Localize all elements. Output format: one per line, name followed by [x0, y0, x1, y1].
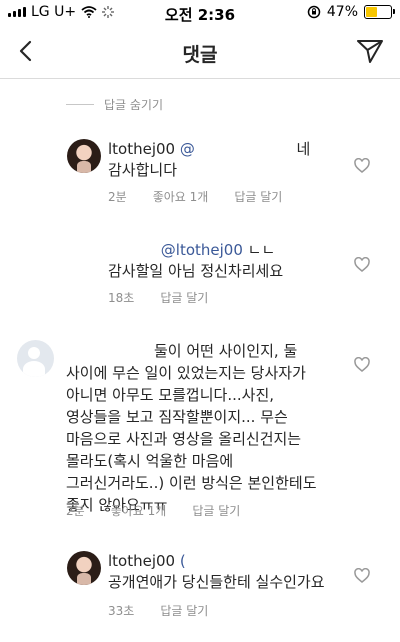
comment-time: 2분 — [66, 504, 85, 518]
heart-icon[interactable] — [354, 568, 370, 584]
reply-button[interactable]: 답글 달기 — [234, 188, 282, 205]
comment-meta: 18초 답글 달기 — [108, 289, 208, 306]
comment-meta: 33초 답글 달기 — [108, 602, 208, 619]
reply-button[interactable]: 답글 달기 — [160, 602, 208, 619]
comment-line: 감사할일 아님 정신차리세요 — [108, 262, 284, 280]
mention-link[interactable]: @ltothej00 — [161, 241, 243, 259]
comment-meta: 2분 좋아요 1개 답글 달기 — [108, 188, 282, 205]
reply-button[interactable]: 답글 달기 — [192, 502, 240, 519]
comment-line: 둘이 어떤 사이인지, 둘 — [154, 342, 298, 360]
heart-icon[interactable] — [354, 158, 370, 174]
comment-line: 감사합니다 — [108, 161, 178, 179]
avatar[interactable] — [17, 340, 54, 377]
comment-line: 영상들을 보고 짐작할뿐이지... 무슨 — [66, 408, 288, 426]
comment-text: ltothej00 @ 네 감사합니다 — [108, 139, 310, 181]
hide-replies-label: 답글 숨기기 — [104, 98, 164, 112]
comment-line: 그러신거라도..) 이런 방식은 본인한테도 — [66, 474, 317, 492]
comment-meta: 2분 좋아요 1개 답글 달기 — [66, 502, 240, 519]
header: 댓글 — [0, 26, 400, 79]
comment-text: 둘이 어떤 사이인지, 둘 사이에 무슨 일이 있었는지는 당사자가 아니면 아… — [66, 340, 317, 516]
comment-line: 사이에 무슨 일이 있었는지는 당사자가 — [66, 364, 306, 382]
likes-count[interactable]: 좋아요 1개 — [153, 188, 209, 205]
comment-text: @ltothej00 ㄴㄴ 감사할일 아님 정신차리세요 — [108, 240, 283, 282]
avatar[interactable] — [67, 551, 101, 585]
send-icon[interactable] — [356, 38, 384, 64]
avatar[interactable] — [67, 139, 101, 173]
battery-percent: 47% — [326, 4, 358, 20]
comment-trailing: 네 — [296, 140, 311, 158]
comment-time: 33초 — [108, 604, 135, 618]
status-right: 47% — [307, 4, 395, 20]
comment-trailing: ㄴㄴ — [247, 241, 276, 259]
reply-button[interactable]: 답글 달기 — [160, 289, 208, 306]
comment-time: 18초 — [108, 291, 135, 305]
likes-count[interactable]: 좋아요 1개 — [111, 502, 167, 519]
hide-replies-button[interactable]: 답글 숨기기 — [66, 96, 163, 113]
comment-username[interactable]: ltothej00 — [108, 140, 175, 158]
comment-line: 마음으로 사진과 영상을 올리신건지는 — [66, 430, 302, 448]
comment-time: 2분 — [108, 190, 127, 204]
rotation-lock-icon — [307, 5, 321, 19]
mention-link[interactable]: ( — [180, 552, 186, 570]
comment-line: 아니면 아무도 모를껍니다...사진, — [66, 386, 275, 404]
comment-text: ltothej00 ( 공개연애가 당신들한테 실수인가요 — [108, 551, 325, 593]
status-bar: LG U+ 오전 2:36 47% — [0, 0, 400, 26]
mention-link[interactable]: @ — [180, 140, 195, 158]
battery-icon — [364, 5, 395, 19]
comment-line: 공개연애가 당신들한테 실수인가요 — [108, 573, 325, 591]
page-title: 댓글 — [182, 44, 218, 66]
heart-icon[interactable] — [354, 257, 370, 273]
heart-icon[interactable] — [354, 357, 370, 373]
comment-line: 몰라도(혹시 억울한 마음에 — [66, 452, 234, 470]
comment-username[interactable]: ltothej00 — [108, 552, 175, 570]
divider-line — [66, 104, 94, 105]
